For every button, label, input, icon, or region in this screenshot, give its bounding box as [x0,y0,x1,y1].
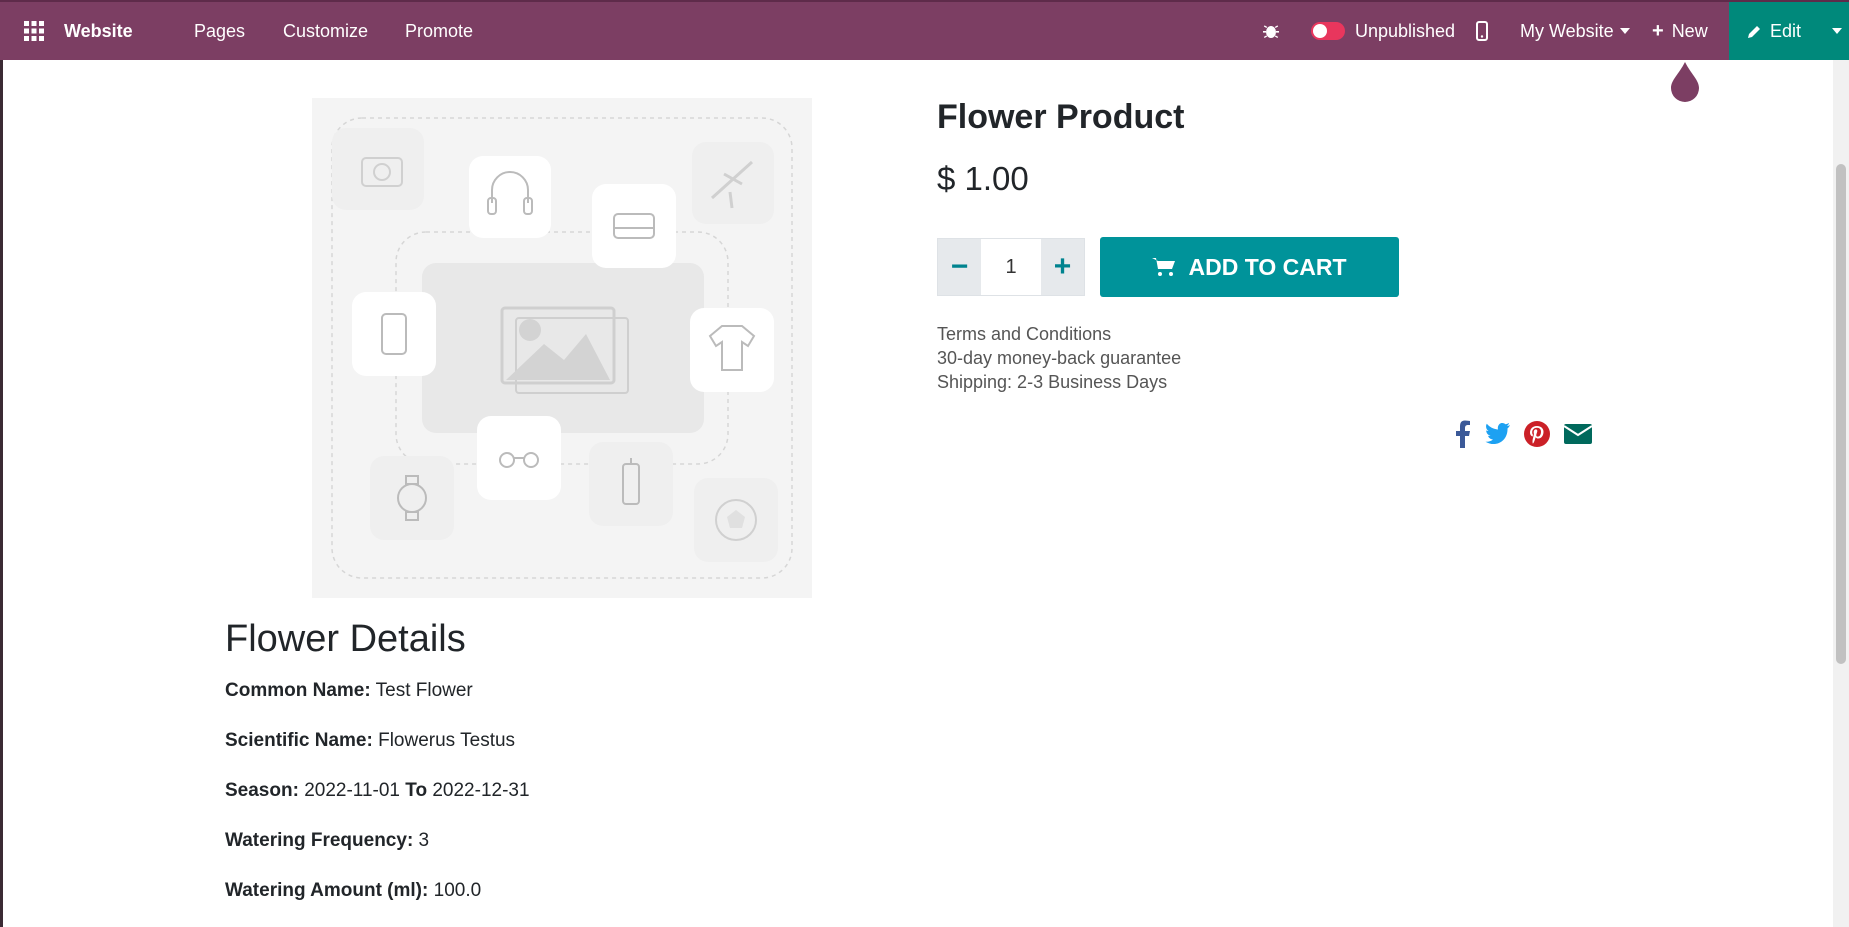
tshirt-icon [690,308,774,392]
flower-details-heading: Flower Details [225,618,466,660]
nav-pages[interactable]: Pages [194,2,245,60]
bed-icon [592,184,676,268]
apps-menu-icon[interactable] [18,2,50,60]
chevron-down-icon [1832,28,1842,34]
nav-promote[interactable]: Promote [405,2,473,60]
detail-row-season: Season: 2022-11-01 To 2022-12-31 [225,780,530,802]
detail-label: Common Name: [225,680,371,701]
drop-indicator-icon [1671,62,1699,102]
new-button[interactable]: + New [1652,2,1708,60]
terms-link[interactable]: Terms and Conditions [937,322,1181,346]
debug-bug-icon[interactable] [1262,2,1280,60]
toggle-switch[interactable] [1311,22,1345,40]
detail-row-scientific-name: Scientific Name: Flowerus Testus [225,730,515,752]
edit-button-label: Edit [1769,20,1802,41]
headphones-icon [469,156,551,238]
detail-value: Test Flower [375,680,473,701]
detail-label: Season: [225,780,299,801]
product-price: $ 1.00 [937,160,1029,197]
edit-dropdown-toggle[interactable] [1819,2,1849,60]
brand-title[interactable]: Website [64,2,133,60]
detail-value: 3 [418,830,430,851]
airplane-icon [692,142,774,224]
share-buttons [1455,420,1593,448]
publish-toggle[interactable]: Unpublished [1311,2,1455,60]
detail-label: Watering Amount (ml): [225,880,429,901]
detail-value: 2022-11-01 [304,780,400,801]
detail-value-end: 2022-12-31 [432,780,530,801]
soccer-ball-icon [694,478,778,562]
product-terms: Terms and Conditions 30-day money-back g… [937,322,1181,394]
edit-button[interactable]: Edit [1729,2,1819,60]
product-name: Flower Product [937,98,1185,136]
publish-status-label: Unpublished [1355,20,1456,41]
pencil-icon [1747,25,1760,38]
chevron-down-icon [1619,28,1630,34]
detail-value: 100.0 [433,880,482,901]
bottle-icon [589,442,673,526]
website-selector-label: My Website [1520,20,1614,41]
plus-icon: + [1652,19,1664,42]
quantity-stepper: − 1 + [937,238,1085,296]
cart-icon [1152,258,1176,276]
nav-customize[interactable]: Customize [283,2,368,60]
website-selector[interactable]: My Website [1520,2,1630,60]
new-button-label: New [1671,20,1708,41]
email-icon[interactable] [1563,422,1593,446]
detail-value: Flowerus Testus [378,730,516,751]
phone-icon [352,292,436,376]
scrollbar-thumb[interactable] [1836,164,1846,664]
detail-row-watering-frequency: Watering Frequency: 3 [225,830,429,852]
detail-label: Watering Frequency: [225,830,414,851]
mobile-preview-icon[interactable] [1476,2,1488,60]
twitter-icon[interactable] [1483,422,1511,446]
quantity-input[interactable]: 1 [981,239,1041,295]
detail-row-watering-amount: Watering Amount (ml): 100.0 [225,880,481,902]
detail-row-common-name: Common Name: Test Flower [225,680,473,702]
shipping-text: Shipping: 2-3 Business Days [937,372,1168,392]
pinterest-icon[interactable] [1523,420,1551,448]
facebook-icon[interactable] [1455,420,1471,448]
increase-quantity-button[interactable]: + [1041,239,1084,295]
add-to-cart-label: ADD TO CART [1188,253,1347,280]
glasses-icon [477,416,561,500]
window-edge [0,0,3,927]
camera-icon [332,128,424,210]
decrease-quantity-button[interactable]: − [938,239,981,295]
money-back-text: 30-day money-back guarantee [937,348,1182,368]
watch-icon [370,456,454,540]
detail-label: Scientific Name: [225,730,373,751]
add-to-cart-button[interactable]: ADD TO CART [1100,237,1399,297]
detail-label-to: To [405,780,428,801]
website-editor-topbar: Website Pages Customize Promote Unpublis… [0,0,1849,60]
product-image-placeholder[interactable] [312,98,812,598]
